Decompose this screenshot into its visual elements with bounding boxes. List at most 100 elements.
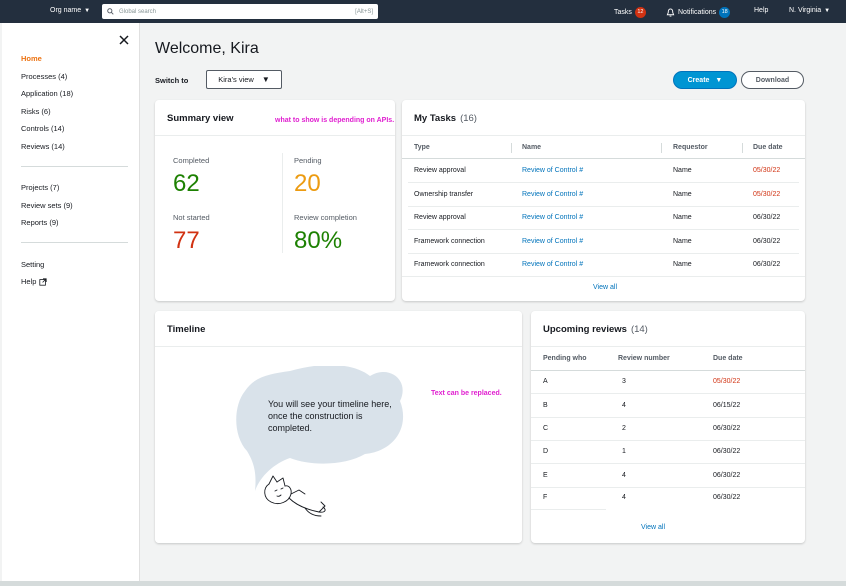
review-due-date: 05/30/22 xyxy=(713,378,741,385)
task-due-date: 06/30/22 xyxy=(753,238,781,245)
sidebar-item-controls[interactable]: Controls (14) xyxy=(21,124,64,133)
sidebar-item-risks[interactable]: Risks (6) xyxy=(21,107,51,116)
close-icon[interactable] xyxy=(119,35,129,45)
sidebar-item-processes[interactable]: Processes (4) xyxy=(21,72,67,81)
card-header xyxy=(155,311,522,347)
review-number: 2 xyxy=(622,425,626,432)
top-navigation: Org name ▼ Global search [Alt+S] Tasks 1… xyxy=(0,0,846,23)
tasks-label: Tasks xyxy=(614,9,632,16)
sidebar-item-reviews[interactable]: Reviews (14) xyxy=(21,142,65,151)
external-link-icon xyxy=(39,277,48,286)
notifications-label: Notifications xyxy=(678,9,717,16)
row-divider xyxy=(408,206,799,207)
column-header-requestor[interactable]: Requestor xyxy=(673,144,708,151)
task-type: Framework connection xyxy=(414,261,485,268)
task-requestor: Name xyxy=(673,191,692,198)
sidebar-item-home[interactable]: Home xyxy=(21,54,42,63)
review-pending-who: E xyxy=(543,472,548,479)
review-pending-who: B xyxy=(543,402,548,409)
column-header-name[interactable]: Name xyxy=(522,144,541,151)
table-header-divider xyxy=(531,370,805,371)
not-started-label: Not started xyxy=(173,213,210,222)
help-menu[interactable]: Help xyxy=(754,7,768,14)
region-label: N. Virginia xyxy=(789,7,822,14)
task-name-link[interactable]: Review of Control # xyxy=(522,214,583,221)
task-requestor: Name xyxy=(673,261,692,268)
caret-down-icon: ▼ xyxy=(84,7,91,14)
task-name-link[interactable]: Review of Control # xyxy=(522,238,583,245)
task-type: Framework connection xyxy=(414,238,485,245)
view-switch-value: Kira's view xyxy=(218,75,254,84)
sidebar-item-projects[interactable]: Projects (7) xyxy=(21,183,59,192)
review-due-date: 06/30/22 xyxy=(713,494,741,501)
card-divider xyxy=(155,135,395,136)
reviews-view-all-link[interactable]: View all xyxy=(641,524,665,531)
notifications-link[interactable]: Notifications 18 xyxy=(666,7,731,18)
upcoming-reviews-card: Upcoming reviews (14) Pending who Review … xyxy=(531,311,805,543)
sidebar-item-setting[interactable]: Setting xyxy=(21,260,44,269)
bell-icon xyxy=(666,8,675,17)
window-bottom-edge xyxy=(0,581,846,586)
region-selector[interactable]: N. Virginia ▼ xyxy=(789,7,830,14)
task-name-link[interactable]: Review of Control # xyxy=(522,191,583,198)
review-number: 1 xyxy=(622,448,626,455)
not-started-value: 77 xyxy=(173,227,200,254)
task-name-link[interactable]: Review of Control # xyxy=(522,261,583,268)
task-type: Review approval xyxy=(414,167,466,174)
sidebar-item-reports[interactable]: Reports (9) xyxy=(21,218,59,227)
global-search-input[interactable]: Global search [Alt+S] xyxy=(102,4,378,19)
org-selector[interactable]: Org name ▼ xyxy=(50,7,90,14)
reviews-count: (14) xyxy=(630,324,648,335)
column-separator xyxy=(742,143,743,153)
task-due-date: 06/30/22 xyxy=(753,261,781,268)
summary-title: Summary view xyxy=(167,113,234,124)
column-header-due-date[interactable]: Due date xyxy=(713,355,743,362)
completed-label: Completed xyxy=(173,156,210,165)
stat-divider xyxy=(282,153,283,253)
review-number: 4 xyxy=(622,402,626,409)
switch-label: Switch to xyxy=(155,76,189,85)
create-button[interactable]: Create ▼ xyxy=(673,71,737,89)
caret-down-icon: ▼ xyxy=(261,75,270,84)
review-pending-who: F xyxy=(543,494,548,501)
sidebar-item-application[interactable]: Application (18) xyxy=(21,89,73,98)
caret-down-icon: ▼ xyxy=(824,7,831,14)
row-divider xyxy=(531,417,805,418)
task-name-link[interactable]: Review of Control # xyxy=(522,167,583,174)
tasks-view-all-link[interactable]: View all xyxy=(593,284,617,291)
sidebar-item-review-sets[interactable]: Review sets (9) xyxy=(21,201,73,210)
row-divider xyxy=(531,509,606,510)
page-title: Welcome, Kira xyxy=(155,40,259,57)
column-header-due-date[interactable]: Due date xyxy=(753,144,783,151)
column-header-pending-who[interactable]: Pending who xyxy=(543,355,587,362)
download-button[interactable]: Download xyxy=(741,71,804,89)
task-requestor: Name xyxy=(673,167,692,174)
tasks-count: (16) xyxy=(460,113,477,124)
sidebar-divider xyxy=(21,166,128,167)
tasks-link[interactable]: Tasks 12 xyxy=(614,7,646,18)
view-switch-select[interactable]: Kira's view ▼ xyxy=(206,70,282,89)
review-number: 3 xyxy=(622,378,626,385)
tasks-title: My Tasks (16) xyxy=(414,113,477,124)
column-header-review-number[interactable]: Review number xyxy=(618,355,670,362)
search-placeholder: Global search xyxy=(119,8,157,15)
review-due-date: 06/30/22 xyxy=(713,472,741,479)
reviews-title-text: Upcoming reviews xyxy=(543,324,627,335)
side-navigation: Home Processes (4) Application (18) Risk… xyxy=(2,23,140,581)
card-divider xyxy=(531,346,805,347)
row-divider xyxy=(408,253,799,254)
task-due-date: 06/30/22 xyxy=(753,214,781,221)
column-separator xyxy=(661,143,662,153)
org-name: Org name xyxy=(50,7,82,14)
notifications-badge: 18 xyxy=(719,7,731,18)
row-divider xyxy=(531,463,805,464)
card-divider xyxy=(402,135,805,136)
review-pending-who: A xyxy=(543,378,548,385)
review-due-date: 06/30/22 xyxy=(713,448,741,455)
caret-down-icon: ▼ xyxy=(715,76,723,84)
sidebar-divider xyxy=(21,242,128,243)
sidebar-item-help[interactable]: Help xyxy=(21,277,48,286)
table-header-divider xyxy=(402,158,805,159)
column-header-type[interactable]: Type xyxy=(414,144,430,151)
row-divider xyxy=(402,276,805,277)
